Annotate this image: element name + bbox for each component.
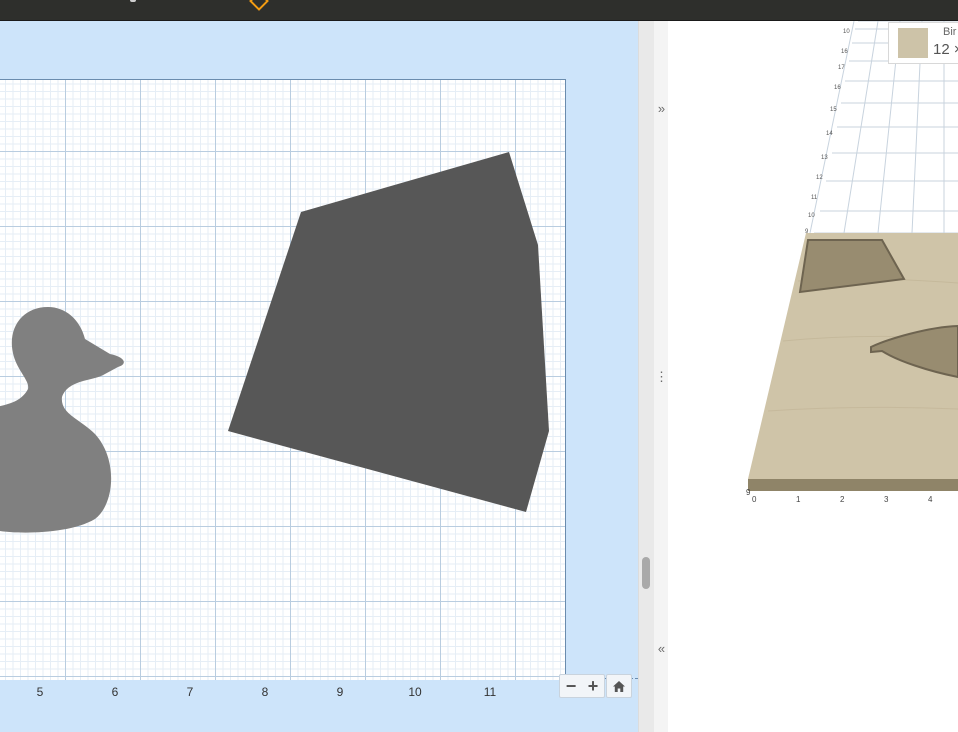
3d-preview-scene: 10 16 17 16 15 14 13 12 11 10 9 9 0 1 2 … xyxy=(746,21,958,504)
x-axis-ruler: 5 6 7 8 9 10 11 12 xyxy=(0,681,638,701)
collapse-preview-button[interactable]: « xyxy=(654,641,669,656)
3d-x-tick: 1 xyxy=(796,495,801,504)
duck-shape[interactable] xyxy=(0,307,124,533)
ruler-tick: 11 xyxy=(483,685,497,699)
material-swatch xyxy=(898,28,928,58)
3d-y-tick: 10 xyxy=(808,213,815,219)
3d-y-tick: 12 xyxy=(816,175,823,181)
home-view-button[interactable] xyxy=(606,674,632,698)
resize-handle-icon[interactable]: ⋮ xyxy=(654,369,669,385)
zoom-in-button[interactable]: + xyxy=(588,676,599,697)
home-icon xyxy=(613,680,625,692)
toolbar-orange-icon[interactable] xyxy=(249,0,269,11)
top-toolbar xyxy=(0,0,958,21)
3d-x-tick: 3 xyxy=(884,495,889,504)
3d-x-tick: 4 xyxy=(928,495,933,504)
3d-y-tick: 17 xyxy=(838,65,845,71)
zoom-controls: − + xyxy=(559,674,605,698)
3d-x-tick: 9 xyxy=(746,488,751,497)
wood-board-side xyxy=(748,479,958,491)
zoom-out-button[interactable]: − xyxy=(566,676,577,697)
toolbar-item-fragment[interactable] xyxy=(130,0,136,2)
3d-y-tick: 13 xyxy=(821,155,828,161)
3d-y-tick: 10 xyxy=(843,29,850,35)
3d-y-tick: 16 xyxy=(841,49,848,55)
material-selector[interactable]: Bir 12 × xyxy=(888,22,958,64)
panel-divider[interactable]: » ⋮ « xyxy=(638,21,670,732)
shapes-layer xyxy=(0,152,549,533)
ruler-tick: 6 xyxy=(111,685,119,699)
material-size: 12 × xyxy=(933,41,958,58)
3d-y-tick: 14 xyxy=(826,131,833,137)
expand-editor-button[interactable]: » xyxy=(654,101,669,116)
3d-preview-panel[interactable]: 10 16 17 16 15 14 13 12 11 10 9 9 0 1 2 … xyxy=(668,21,958,732)
scrollbar-thumb[interactable] xyxy=(642,557,650,589)
ruler-tick: 7 xyxy=(186,685,194,699)
polygon-shape[interactable] xyxy=(228,152,549,512)
3d-x-tick: 2 xyxy=(840,495,845,504)
editor-scrollbar[interactable] xyxy=(639,21,654,732)
3d-y-tick: 15 xyxy=(830,107,837,113)
ruler-tick: 10 xyxy=(408,685,422,699)
3d-x-tick: 0 xyxy=(752,495,757,504)
3d-y-tick: 11 xyxy=(811,195,818,201)
ruler-tick: 5 xyxy=(36,685,44,699)
3d-y-tick: 16 xyxy=(834,85,841,91)
material-name: Bir xyxy=(943,26,957,38)
ruler-tick: 9 xyxy=(336,685,344,699)
design-editor[interactable]: 5 6 7 8 9 10 11 12 − + xyxy=(0,21,638,732)
ruler-tick: 8 xyxy=(261,685,269,699)
